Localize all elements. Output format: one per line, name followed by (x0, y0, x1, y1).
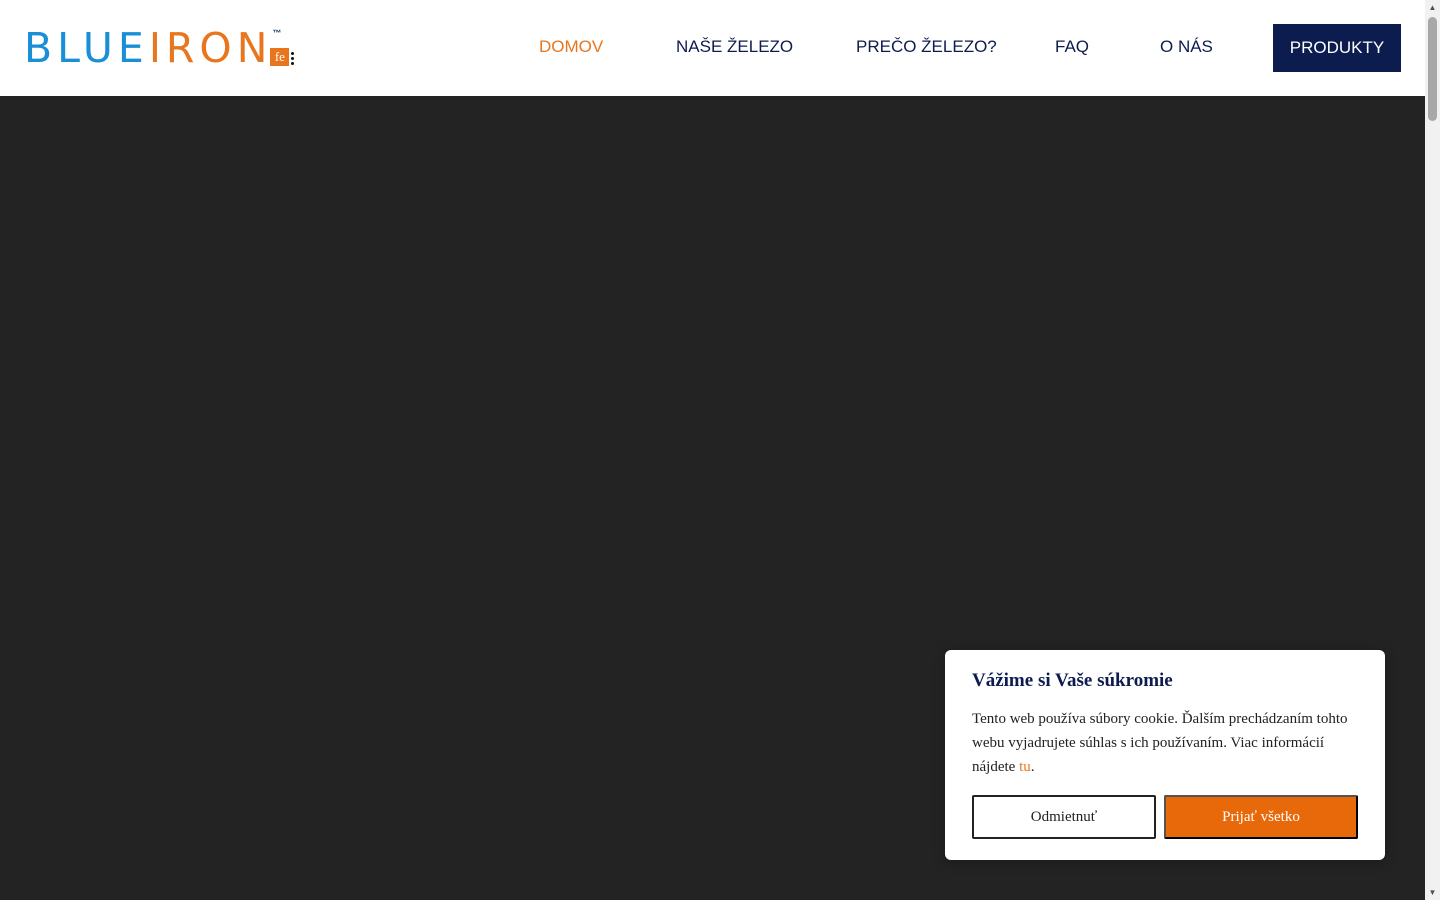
nav-item-nase-zelezo[interactable]: NAŠE ŽELEZO (676, 37, 793, 57)
scroll-down-icon[interactable]: ▼ (1425, 885, 1440, 900)
produkty-button[interactable]: PRODUKTY (1273, 24, 1401, 72)
fe-badge: fe (270, 48, 290, 66)
fe-mark-icon: ™ fe (270, 26, 298, 70)
nav-item-preco-zelezo[interactable]: PREČO ŽELEZO? (856, 37, 997, 57)
logo-dot (291, 57, 295, 60)
logo-dot (291, 62, 295, 65)
cookie-consent-dialog: Vážime si Vaše súkromie Tento web použív… (945, 650, 1385, 860)
logo-text-blue: BLUE (24, 24, 149, 72)
page: BLUE IRON ™ fe DOMOV NAŠE ŽELEZO PREČO ŽE… (0, 0, 1425, 900)
cookie-more-info-link[interactable]: tu (1019, 759, 1031, 775)
cookie-title: Vážime si Vaše súkromie (972, 670, 1173, 691)
accept-all-button[interactable]: Prijať všetko (1164, 795, 1358, 839)
nav-item-domov[interactable]: DOMOV (539, 37, 603, 57)
scroll-up-icon[interactable]: ▲ (1425, 0, 1440, 15)
nav-item-o-nas[interactable]: O NÁS (1160, 37, 1213, 57)
blueiron-logo[interactable]: BLUE IRON ™ fe (24, 26, 298, 70)
cookie-text: Tento web používa súbory cookie. Ďalším … (972, 707, 1362, 779)
cookie-text-end: . (1030, 759, 1035, 775)
logo-text-orange: IRON (148, 24, 273, 72)
logo-dot (291, 52, 295, 55)
decline-button[interactable]: Odmietnuť (972, 795, 1156, 839)
scrollbar-thumb[interactable] (1428, 17, 1437, 121)
page-scrollbar[interactable]: ▲ ▼ (1425, 0, 1440, 900)
nav-item-faq[interactable]: FAQ (1055, 37, 1089, 57)
trademark-symbol: ™ (272, 28, 282, 38)
site-header: BLUE IRON ™ fe DOMOV NAŠE ŽELEZO PREČO ŽE… (0, 0, 1425, 96)
